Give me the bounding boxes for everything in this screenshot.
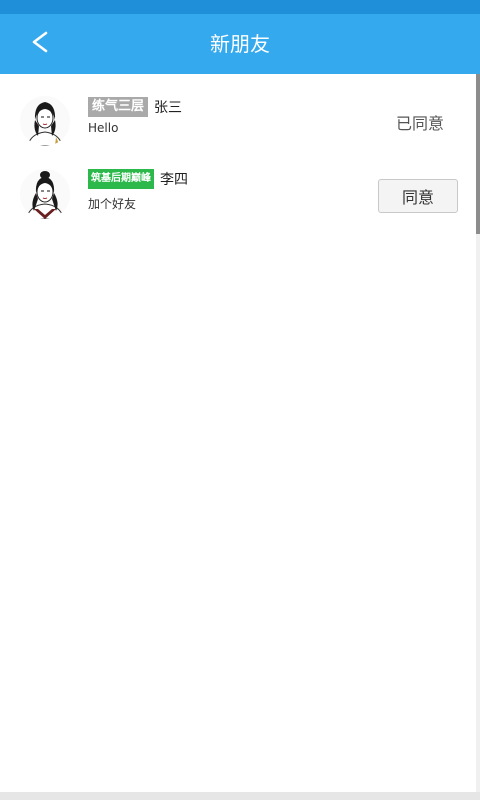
request-message: Hello xyxy=(88,121,119,135)
level-badge: 筑基后期巅峰 xyxy=(88,169,154,189)
avatar[interactable] xyxy=(20,169,70,219)
friend-name: 张三 xyxy=(154,100,183,116)
list-item[interactable]: 筑基后期巅峰 李四 加个好友 同意 xyxy=(0,148,476,222)
request-message: 加个好友 xyxy=(88,197,137,211)
level-badge: 练气三层 xyxy=(88,97,149,117)
friend-request-list: 练气三层 张三 Hello 已同意 筑基后期巅峰 李四 加个好友 同意 xyxy=(0,74,476,222)
friend-name: 李四 xyxy=(160,172,188,188)
bottom-bar xyxy=(0,792,480,800)
name-line: 练气三层 张三 xyxy=(88,97,182,117)
app-header: 新朋友 xyxy=(0,14,480,74)
page-title: 新朋友 xyxy=(210,32,270,56)
scrollbar[interactable] xyxy=(476,74,480,800)
name-line: 筑基后期巅峰 李四 xyxy=(88,169,188,189)
agree-button[interactable]: 同意 xyxy=(378,179,458,213)
status-bar xyxy=(0,0,480,14)
avatar[interactable] xyxy=(20,96,70,146)
list-item[interactable]: 练气三层 张三 Hello 已同意 xyxy=(0,74,476,148)
status-label: 已同意 xyxy=(395,114,444,133)
scroll-thumb[interactable] xyxy=(476,74,480,234)
